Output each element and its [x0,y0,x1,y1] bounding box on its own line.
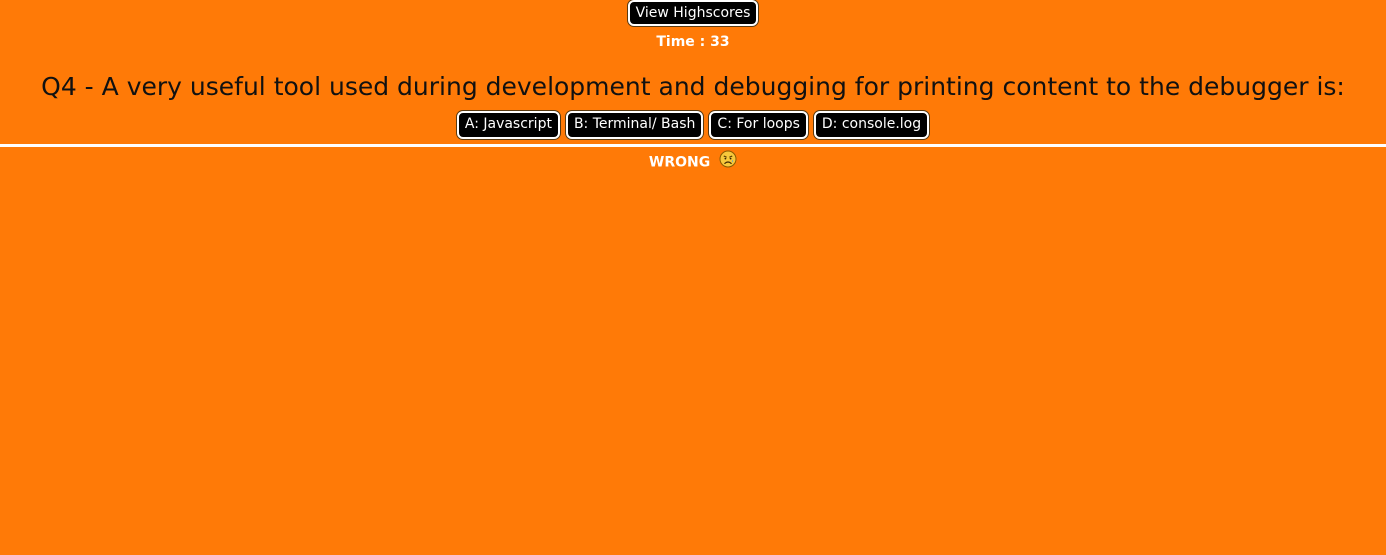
top-bar: View Highscores [0,0,1386,28]
feedback-text: WRONG [648,154,711,171]
question-text: Q4 - A very useful tool used during deve… [41,72,1345,101]
answer-b-button[interactable]: B: Terminal/ Bash [565,111,704,139]
feedback: WRONG [0,150,1386,174]
timer-label: Time : 33 [656,34,730,50]
sad-face-icon [719,150,737,173]
quiz-page: View Highscores Time : 33 Q4 - A very us… [0,0,1386,555]
answer-a-button[interactable]: A: Javascript [456,111,560,139]
divider [0,144,1386,147]
view-highscores-button[interactable]: View Highscores [627,0,759,26]
answer-c-button[interactable]: C: For loops [709,111,808,139]
answer-d-button[interactable]: D: console.log [813,111,930,139]
answer-options: A: Javascript B: Terminal/ Bash C: For l… [0,111,1386,139]
